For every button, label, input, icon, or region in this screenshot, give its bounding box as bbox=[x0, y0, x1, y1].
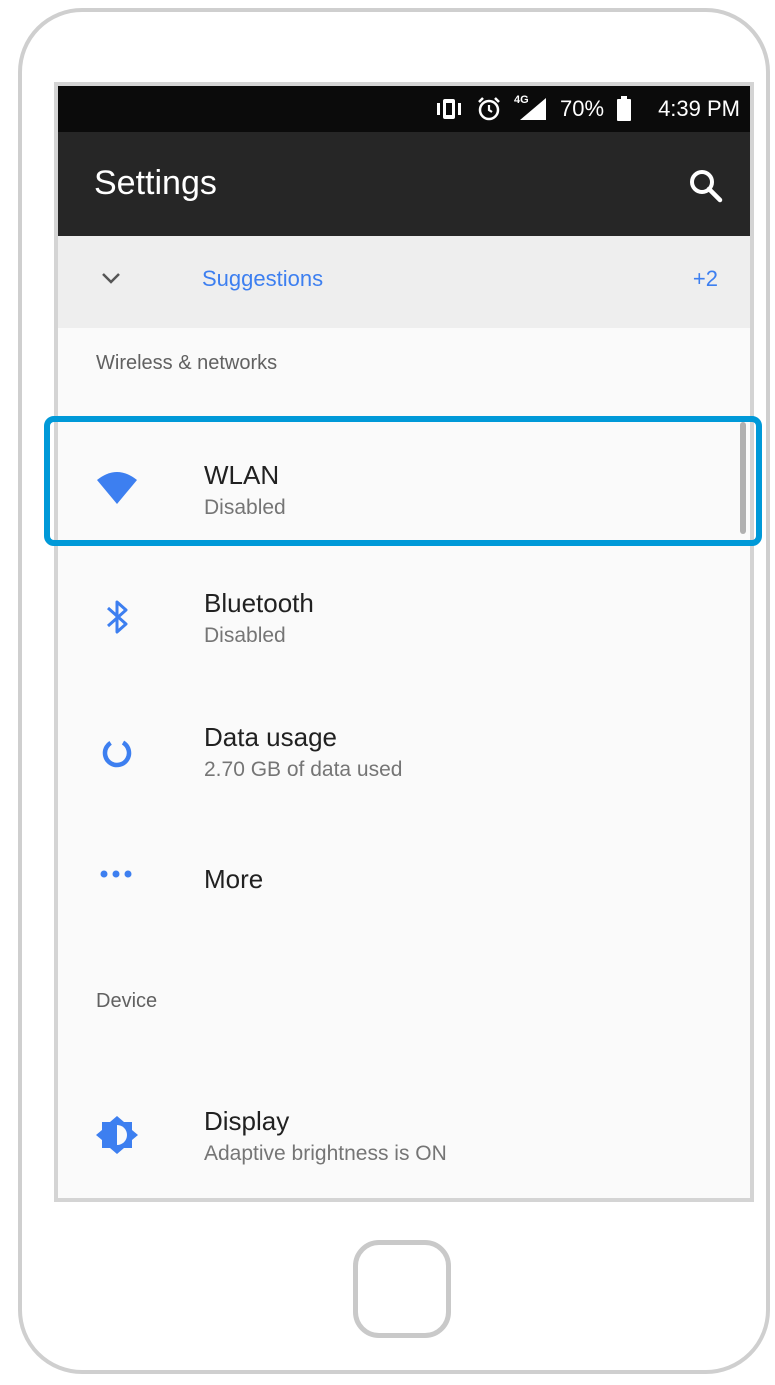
data-usage-icon bbox=[94, 730, 140, 776]
wifi-icon bbox=[94, 464, 140, 510]
page-title: Settings bbox=[94, 164, 217, 202]
battery-icon bbox=[616, 96, 632, 122]
status-bar: 4G 70% 4:39 PM bbox=[58, 86, 750, 132]
home-button[interactable] bbox=[353, 1240, 451, 1338]
vibrate-icon bbox=[434, 97, 464, 121]
item-subtitle: Adaptive brightness is ON bbox=[204, 1142, 447, 1165]
item-title: WLAN bbox=[204, 460, 280, 490]
search-button[interactable] bbox=[686, 166, 726, 206]
network-type-label: 4G bbox=[514, 94, 529, 106]
section-header-wireless: Wireless & networks bbox=[96, 352, 278, 374]
alarm-icon bbox=[476, 96, 502, 122]
item-title: Data usage bbox=[204, 722, 337, 752]
item-subtitle: 2.70 GB of data used bbox=[204, 758, 403, 781]
settings-item-data-usage[interactable]: Data usage 2.70 GB of data used bbox=[58, 692, 750, 812]
status-time: 4:39 PM bbox=[658, 96, 740, 121]
settings-item-bluetooth[interactable]: Bluetooth Disabled bbox=[58, 558, 750, 678]
brightness-icon bbox=[94, 1112, 140, 1158]
suggestions-row[interactable]: Suggestions +2 bbox=[58, 236, 750, 328]
phone-screen: 4G 70% 4:39 PM Settings Suggestions +2 W… bbox=[54, 82, 754, 1202]
scrollbar-thumb[interactable] bbox=[740, 422, 746, 534]
item-title: Bluetooth bbox=[204, 588, 314, 618]
settings-item-display[interactable]: Display Adaptive brightness is ON bbox=[58, 1076, 750, 1196]
suggestions-label: Suggestions bbox=[202, 266, 324, 291]
more-icon bbox=[94, 864, 140, 910]
app-bar: Settings bbox=[58, 132, 750, 236]
bluetooth-icon bbox=[94, 594, 140, 640]
item-subtitle: Disabled bbox=[204, 624, 286, 647]
settings-item-more[interactable]: More bbox=[58, 830, 750, 930]
item-title: Display bbox=[204, 1106, 290, 1136]
chevron-down-icon bbox=[100, 270, 122, 291]
settings-item-wlan[interactable]: WLAN Disabled bbox=[58, 424, 750, 544]
item-subtitle: Disabled bbox=[204, 496, 286, 519]
signal-4g-icon: 4G bbox=[514, 94, 548, 122]
search-icon bbox=[686, 170, 726, 210]
battery-percent: 70% bbox=[560, 96, 605, 121]
item-title: More bbox=[204, 864, 264, 894]
suggestions-count: +2 bbox=[692, 266, 718, 291]
section-header-device: Device bbox=[96, 990, 158, 1012]
